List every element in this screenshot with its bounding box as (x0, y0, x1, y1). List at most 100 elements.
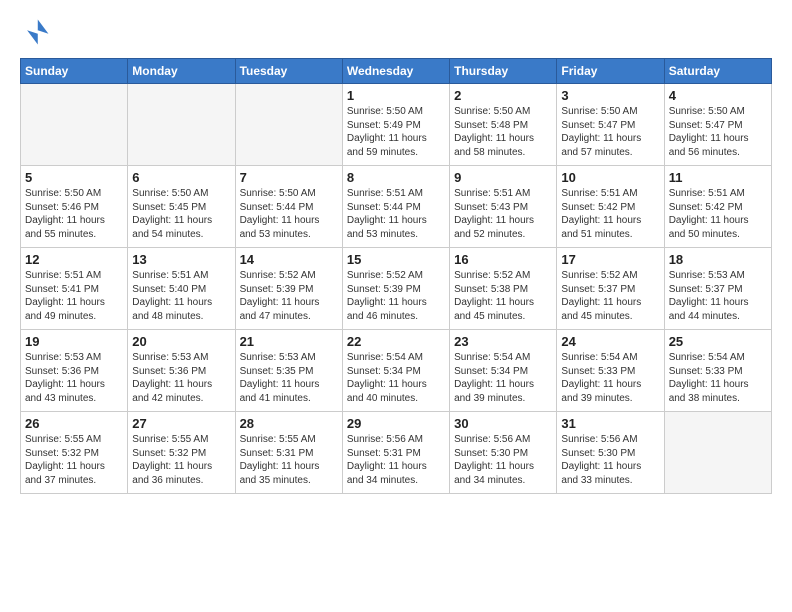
day-info: Sunrise: 5:53 AM Sunset: 5:36 PM Dayligh… (132, 351, 230, 405)
calendar-cell: 12 Sunrise: 5:51 AM Sunset: 5:41 PM Dayli… (21, 248, 128, 330)
day-info: Sunrise: 5:51 AM Sunset: 5:41 PM Dayligh… (25, 269, 123, 323)
day-number: 13 (132, 252, 230, 267)
day-info: Sunrise: 5:52 AM Sunset: 5:39 PM Dayligh… (240, 269, 338, 323)
day-number: 25 (669, 334, 767, 349)
day-info: Sunrise: 5:50 AM Sunset: 5:46 PM Dayligh… (25, 187, 123, 241)
weekday-header: Tuesday (235, 59, 342, 84)
logo (20, 16, 56, 48)
day-info: Sunrise: 5:55 AM Sunset: 5:32 PM Dayligh… (132, 433, 230, 487)
day-info: Sunrise: 5:53 AM Sunset: 5:37 PM Dayligh… (669, 269, 767, 323)
day-info: Sunrise: 5:51 AM Sunset: 5:43 PM Dayligh… (454, 187, 552, 241)
day-info: Sunrise: 5:51 AM Sunset: 5:40 PM Dayligh… (132, 269, 230, 323)
day-number: 4 (669, 88, 767, 103)
calendar-cell: 27 Sunrise: 5:55 AM Sunset: 5:32 PM Dayli… (128, 412, 235, 494)
calendar-cell: 2 Sunrise: 5:50 AM Sunset: 5:48 PM Daylig… (450, 84, 557, 166)
day-number: 11 (669, 170, 767, 185)
weekday-header: Wednesday (342, 59, 449, 84)
weekday-row: SundayMondayTuesdayWednesdayThursdayFrid… (21, 59, 772, 84)
calendar-week-row: 19 Sunrise: 5:53 AM Sunset: 5:36 PM Dayli… (21, 330, 772, 412)
day-number: 14 (240, 252, 338, 267)
calendar-cell: 25 Sunrise: 5:54 AM Sunset: 5:33 PM Dayli… (664, 330, 771, 412)
day-number: 9 (454, 170, 552, 185)
calendar-cell: 16 Sunrise: 5:52 AM Sunset: 5:38 PM Dayli… (450, 248, 557, 330)
day-info: Sunrise: 5:55 AM Sunset: 5:32 PM Dayligh… (25, 433, 123, 487)
day-number: 27 (132, 416, 230, 431)
weekday-header: Thursday (450, 59, 557, 84)
calendar-cell: 7Sunrise: 5:50 AM Sunset: 5:44 PM Daylig… (235, 166, 342, 248)
day-number: 15 (347, 252, 445, 267)
calendar-cell: 31Sunrise: 5:56 AM Sunset: 5:30 PM Dayli… (557, 412, 664, 494)
day-info: Sunrise: 5:55 AM Sunset: 5:31 PM Dayligh… (240, 433, 338, 487)
day-number: 7 (240, 170, 338, 185)
day-number: 19 (25, 334, 123, 349)
calendar-cell: 14 Sunrise: 5:52 AM Sunset: 5:39 PM Dayli… (235, 248, 342, 330)
calendar-cell: 28 Sunrise: 5:55 AM Sunset: 5:31 PM Dayli… (235, 412, 342, 494)
calendar-cell: 8Sunrise: 5:51 AM Sunset: 5:44 PM Daylig… (342, 166, 449, 248)
day-number: 2 (454, 88, 552, 103)
weekday-header: Sunday (21, 59, 128, 84)
calendar-cell: 22 Sunrise: 5:54 AM Sunset: 5:34 PM Dayli… (342, 330, 449, 412)
day-number: 24 (561, 334, 659, 349)
day-number: 3 (561, 88, 659, 103)
page: SundayMondayTuesdayWednesdayThursdayFrid… (0, 0, 792, 612)
day-info: Sunrise: 5:53 AM Sunset: 5:35 PM Dayligh… (240, 351, 338, 405)
day-number: 21 (240, 334, 338, 349)
day-number: 18 (669, 252, 767, 267)
day-number: 1 (347, 88, 445, 103)
calendar-cell (235, 84, 342, 166)
calendar-week-row: 5 Sunrise: 5:50 AM Sunset: 5:46 PM Daylig… (21, 166, 772, 248)
calendar-cell: 10 Sunrise: 5:51 AM Sunset: 5:42 PM Dayli… (557, 166, 664, 248)
day-info: Sunrise: 5:53 AM Sunset: 5:36 PM Dayligh… (25, 351, 123, 405)
calendar-cell: 11Sunrise: 5:51 AM Sunset: 5:42 PM Dayli… (664, 166, 771, 248)
calendar-body: 1 Sunrise: 5:50 AM Sunset: 5:49 PM Daylig… (21, 84, 772, 494)
day-info: Sunrise: 5:51 AM Sunset: 5:42 PM Dayligh… (561, 187, 659, 241)
day-number: 16 (454, 252, 552, 267)
day-info: Sunrise: 5:50 AM Sunset: 5:47 PM Dayligh… (669, 105, 767, 159)
day-number: 10 (561, 170, 659, 185)
calendar-cell (128, 84, 235, 166)
day-info: Sunrise: 5:54 AM Sunset: 5:34 PM Dayligh… (347, 351, 445, 405)
calendar-cell (664, 412, 771, 494)
day-number: 30 (454, 416, 552, 431)
day-number: 17 (561, 252, 659, 267)
header (20, 16, 772, 48)
calendar-cell: 19 Sunrise: 5:53 AM Sunset: 5:36 PM Dayli… (21, 330, 128, 412)
day-number: 22 (347, 334, 445, 349)
day-info: Sunrise: 5:52 AM Sunset: 5:39 PM Dayligh… (347, 269, 445, 323)
calendar: SundayMondayTuesdayWednesdayThursdayFrid… (20, 58, 772, 494)
day-info: Sunrise: 5:52 AM Sunset: 5:37 PM Dayligh… (561, 269, 659, 323)
day-info: Sunrise: 5:54 AM Sunset: 5:33 PM Dayligh… (669, 351, 767, 405)
day-info: Sunrise: 5:54 AM Sunset: 5:34 PM Dayligh… (454, 351, 552, 405)
day-number: 5 (25, 170, 123, 185)
day-info: Sunrise: 5:54 AM Sunset: 5:33 PM Dayligh… (561, 351, 659, 405)
day-number: 29 (347, 416, 445, 431)
day-info: Sunrise: 5:52 AM Sunset: 5:38 PM Dayligh… (454, 269, 552, 323)
day-info: Sunrise: 5:50 AM Sunset: 5:49 PM Dayligh… (347, 105, 445, 159)
calendar-week-row: 26 Sunrise: 5:55 AM Sunset: 5:32 PM Dayli… (21, 412, 772, 494)
calendar-cell: 23Sunrise: 5:54 AM Sunset: 5:34 PM Dayli… (450, 330, 557, 412)
day-number: 20 (132, 334, 230, 349)
calendar-cell: 9 Sunrise: 5:51 AM Sunset: 5:43 PM Daylig… (450, 166, 557, 248)
day-number: 8 (347, 170, 445, 185)
day-info: Sunrise: 5:50 AM Sunset: 5:48 PM Dayligh… (454, 105, 552, 159)
calendar-cell (21, 84, 128, 166)
calendar-cell: 26 Sunrise: 5:55 AM Sunset: 5:32 PM Dayli… (21, 412, 128, 494)
calendar-cell: 21 Sunrise: 5:53 AM Sunset: 5:35 PM Dayli… (235, 330, 342, 412)
calendar-cell: 13 Sunrise: 5:51 AM Sunset: 5:40 PM Dayli… (128, 248, 235, 330)
calendar-cell: 6Sunrise: 5:50 AM Sunset: 5:45 PM Daylig… (128, 166, 235, 248)
weekday-header: Monday (128, 59, 235, 84)
calendar-cell: 5 Sunrise: 5:50 AM Sunset: 5:46 PM Daylig… (21, 166, 128, 248)
day-number: 26 (25, 416, 123, 431)
calendar-cell: 24 Sunrise: 5:54 AM Sunset: 5:33 PM Dayli… (557, 330, 664, 412)
calendar-header: SundayMondayTuesdayWednesdayThursdayFrid… (21, 59, 772, 84)
calendar-cell: 18 Sunrise: 5:53 AM Sunset: 5:37 PM Dayli… (664, 248, 771, 330)
calendar-cell: 30Sunrise: 5:56 AM Sunset: 5:30 PM Dayli… (450, 412, 557, 494)
day-number: 28 (240, 416, 338, 431)
logo-icon (20, 16, 52, 48)
calendar-cell: 3Sunrise: 5:50 AM Sunset: 5:47 PM Daylig… (557, 84, 664, 166)
weekday-header: Friday (557, 59, 664, 84)
day-number: 6 (132, 170, 230, 185)
day-number: 12 (25, 252, 123, 267)
calendar-cell: 15 Sunrise: 5:52 AM Sunset: 5:39 PM Dayli… (342, 248, 449, 330)
calendar-cell: 20 Sunrise: 5:53 AM Sunset: 5:36 PM Dayli… (128, 330, 235, 412)
